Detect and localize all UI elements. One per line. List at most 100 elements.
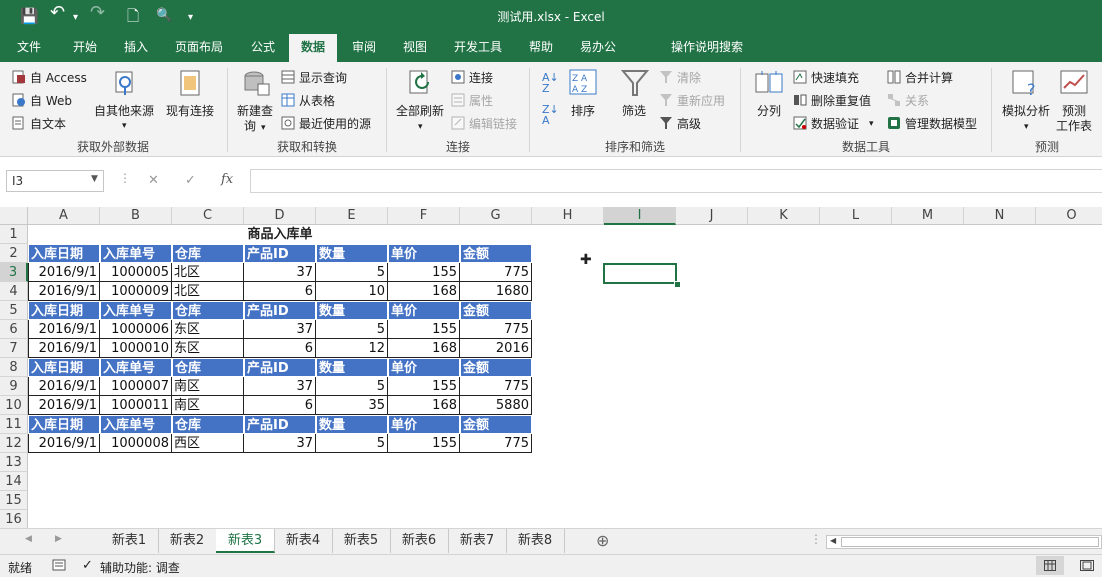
data-cell[interactable]: 37 <box>244 263 316 282</box>
data-cell[interactable]: 北区 <box>172 282 244 301</box>
data-cell[interactable]: 2016/9/1 <box>28 320 100 339</box>
row-header-15[interactable]: 15 <box>0 491 28 510</box>
row-header-1[interactable]: 1 <box>0 225 28 244</box>
table-title[interactable]: 商品入库单 <box>28 225 532 244</box>
reapply-button[interactable]: 重新应用 <box>677 93 725 109</box>
data-cell[interactable]: 35 <box>316 396 388 415</box>
data-cell[interactable]: 155 <box>388 263 460 282</box>
what-if-analysis-button[interactable]: 模拟分析 <box>1002 103 1050 119</box>
header-cell[interactable]: 金额 <box>460 244 532 263</box>
row-header-12[interactable]: 12 <box>0 434 28 453</box>
data-cell[interactable]: 10 <box>316 282 388 301</box>
header-cell[interactable]: 入库单号 <box>100 358 172 377</box>
data-cell[interactable]: 6 <box>244 339 316 358</box>
header-cell[interactable]: 入库日期 <box>28 415 100 434</box>
page-layout-view-icon[interactable] <box>1080 560 1094 571</box>
row-header-8[interactable]: 8 <box>0 358 28 377</box>
row-header-10[interactable]: 10 <box>0 396 28 415</box>
column-header-a[interactable]: A <box>28 207 100 225</box>
accessibility-status[interactable]: 辅助功能: 调查 <box>100 559 180 576</box>
column-header-g[interactable]: G <box>460 207 532 225</box>
data-cell[interactable]: 168 <box>388 339 460 358</box>
recent-sources-button[interactable]: 最近使用的源 <box>299 116 371 132</box>
column-header-o[interactable]: O <box>1036 207 1102 225</box>
remove-duplicates-button[interactable]: 删除重复值 <box>811 93 871 109</box>
name-box[interactable]: I3 ▼ <box>6 170 104 192</box>
data-cell[interactable]: 155 <box>388 320 460 339</box>
existing-connections-button[interactable]: 现有连接 <box>166 103 214 119</box>
header-cell[interactable]: 入库日期 <box>28 244 100 263</box>
data-cell[interactable]: 1000005 <box>100 263 172 282</box>
header-cell[interactable]: 单价 <box>388 244 460 263</box>
data-cell[interactable]: 775 <box>460 320 532 339</box>
row-header-11[interactable]: 11 <box>0 415 28 434</box>
data-cell[interactable]: 5 <box>316 434 388 453</box>
data-cell[interactable]: 6 <box>244 282 316 301</box>
data-cell[interactable]: 775 <box>460 377 532 396</box>
data-cell[interactable]: 1000009 <box>100 282 172 301</box>
clear-filter-button[interactable]: 清除 <box>677 70 701 86</box>
column-header-h[interactable]: H <box>532 207 604 225</box>
forecast-sheet-button[interactable]: 预测 <box>1062 103 1086 119</box>
header-cell[interactable]: 产品ID <box>244 244 316 263</box>
column-header-b[interactable]: B <box>100 207 172 225</box>
select-all-corner[interactable] <box>0 207 28 225</box>
active-cell-selection[interactable] <box>603 263 677 284</box>
sheet-tab-1[interactable]: 新表1 <box>100 529 159 553</box>
row-header-2[interactable]: 2 <box>0 244 28 263</box>
worksheet-grid[interactable]: ABCDEFGHIJKLMNO 1 2 3 4 5 6 7 8 9 10 11 12 13 14 15 16 … <box>0 207 1102 528</box>
row-header-7[interactable]: 7 <box>0 339 28 358</box>
data-cell[interactable]: 5880 <box>460 396 532 415</box>
consolidate-button[interactable]: 合并计算 <box>905 70 953 86</box>
formula-input[interactable] <box>250 169 1102 193</box>
sheet-tab-5[interactable]: 新表5 <box>332 529 391 553</box>
from-access-button[interactable]: 自 Access <box>30 70 87 86</box>
header-cell[interactable]: 入库单号 <box>100 244 172 263</box>
data-cell[interactable]: 1000008 <box>100 434 172 453</box>
header-cell[interactable]: 仓库 <box>172 244 244 263</box>
header-cell[interactable]: 产品ID <box>244 301 316 320</box>
macro-record-icon[interactable] <box>52 559 66 571</box>
column-header-n[interactable]: N <box>964 207 1036 225</box>
tab-developer[interactable]: 开发工具 <box>444 34 512 62</box>
row-header-14[interactable]: 14 <box>0 472 28 491</box>
row-header-4[interactable]: 4 <box>0 282 28 301</box>
row-header-6[interactable]: 6 <box>0 320 28 339</box>
data-cell[interactable]: 南区 <box>172 396 244 415</box>
data-cell[interactable]: 1680 <box>460 282 532 301</box>
data-cell[interactable]: 5 <box>316 377 388 396</box>
header-cell[interactable]: 金额 <box>460 358 532 377</box>
row-header-5[interactable]: 5 <box>0 301 28 320</box>
data-cell[interactable]: 2016/9/1 <box>28 339 100 358</box>
data-cell[interactable]: 775 <box>460 434 532 453</box>
manage-data-model-button[interactable]: 管理数据模型 <box>905 116 977 132</box>
header-cell[interactable]: 数量 <box>316 415 388 434</box>
from-table-button[interactable]: 从表格 <box>299 93 335 109</box>
row-header-9[interactable]: 9 <box>0 377 28 396</box>
data-cell[interactable]: 5 <box>316 263 388 282</box>
from-web-button[interactable]: 自 Web <box>30 93 72 109</box>
header-cell[interactable]: 产品ID <box>244 358 316 377</box>
data-cell[interactable]: 168 <box>388 282 460 301</box>
header-cell[interactable]: 金额 <box>460 301 532 320</box>
enter-icon[interactable]: ✓ <box>185 173 196 188</box>
fill-handle[interactable] <box>674 281 681 288</box>
data-cell[interactable]: 1000007 <box>100 377 172 396</box>
column-header-e[interactable]: E <box>316 207 388 225</box>
tab-help[interactable]: 帮助 <box>518 34 564 62</box>
row-header-16[interactable]: 16 <box>0 510 28 528</box>
relationships-button[interactable]: 关系 <box>905 93 929 109</box>
sort-button[interactable]: 排序 <box>571 103 595 119</box>
column-header-c[interactable]: C <box>172 207 244 225</box>
data-cell[interactable]: 南区 <box>172 377 244 396</box>
header-cell[interactable]: 入库日期 <box>28 358 100 377</box>
normal-view-button[interactable] <box>1036 556 1064 575</box>
sheet-tab-2[interactable]: 新表2 <box>158 529 217 553</box>
column-header-m[interactable]: M <box>892 207 964 225</box>
data-cell[interactable]: 东区 <box>172 339 244 358</box>
tell-me-search[interactable]: 操作说明搜索 <box>666 34 748 62</box>
data-cell[interactable]: 2016/9/1 <box>28 282 100 301</box>
column-header-i[interactable]: I <box>604 207 676 225</box>
data-cell[interactable]: 2016/9/1 <box>28 263 100 282</box>
header-cell[interactable]: 数量 <box>316 301 388 320</box>
